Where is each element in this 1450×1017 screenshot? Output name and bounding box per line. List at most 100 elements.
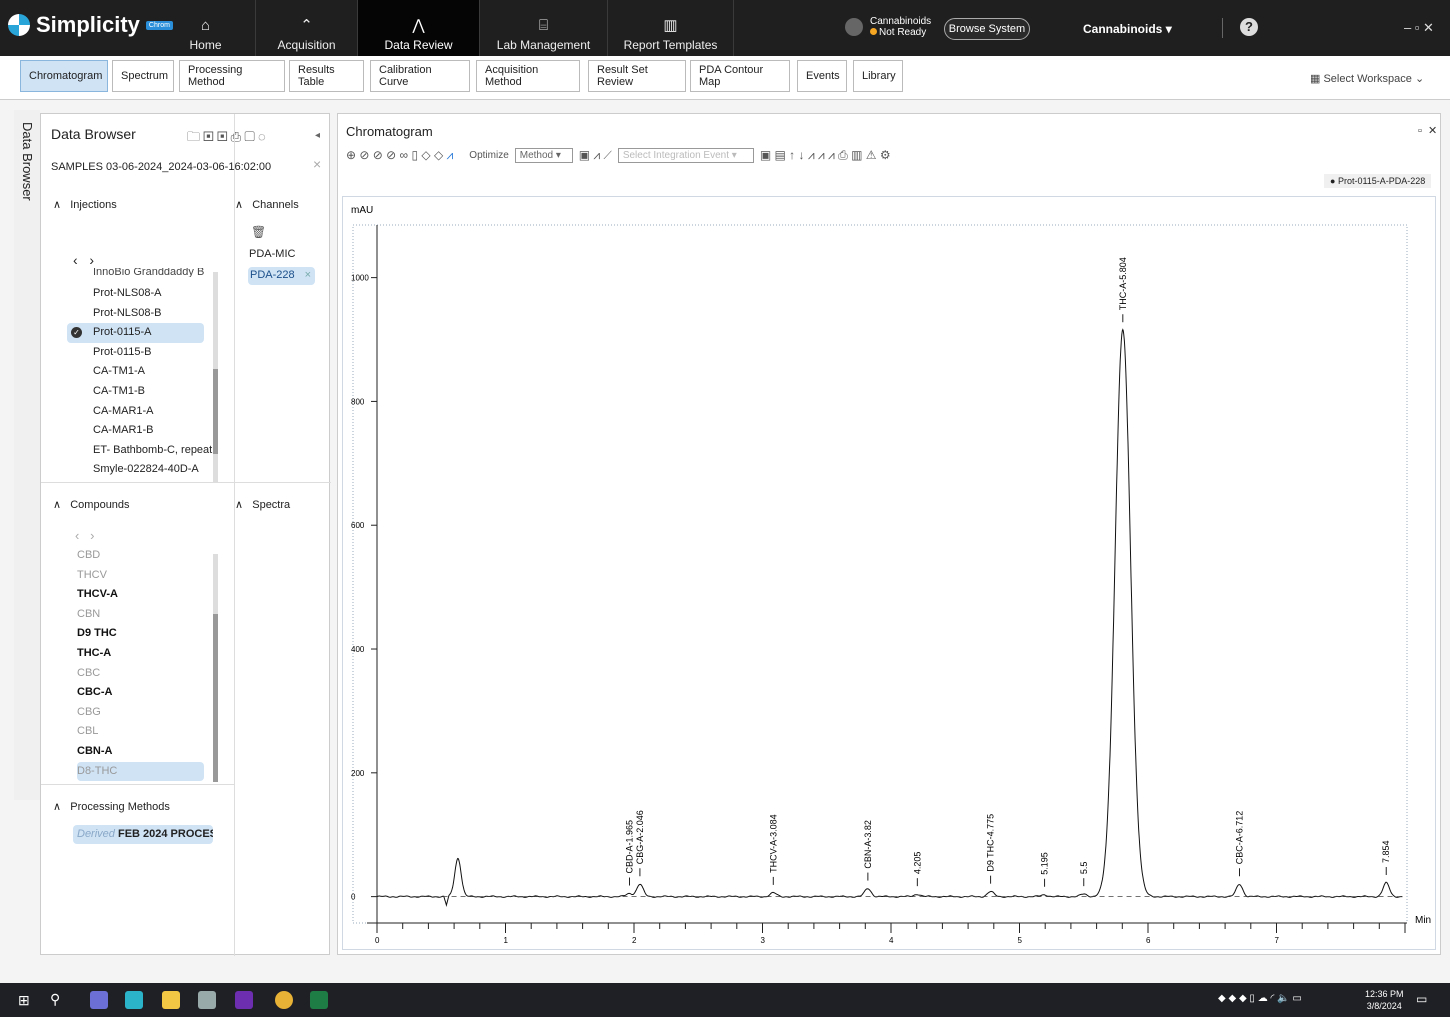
processing-method-item[interactable]: Derived FEB 2024 PROCESSING (73, 825, 213, 844)
system-tray-icons[interactable]: ◆ ◆ ◆ ▯ ☁ ◜ 🔈 ▭ (1218, 993, 1302, 1004)
injections-header[interactable]: ∧ Injections (53, 198, 117, 211)
tab-report-templates[interactable]: ▥ Report Templates (608, 0, 734, 56)
sample-set-name: SAMPLES 03-06-2024_2024-03-06-16:02:00 (51, 161, 272, 173)
subtab-result-set-review[interactable]: Result Set Review (588, 60, 686, 92)
window-controls[interactable]: – ▫ ✕ (1404, 20, 1434, 36)
injections-scroll-thumb[interactable] (213, 369, 218, 454)
subtab-events[interactable]: Events (797, 60, 847, 92)
spectra-header[interactable]: ∧ Spectra (235, 498, 290, 511)
compounds-header[interactable]: ∧ Compounds (53, 498, 130, 511)
compounds-scroll-thumb[interactable] (213, 614, 218, 782)
subtab-chromatogram[interactable]: Chromatogram (20, 60, 108, 92)
integration-event-select[interactable]: Select Integration Event ▾ (617, 148, 754, 163)
divider (1222, 18, 1223, 38)
compound-list: CBD THCV THCV-A CBN D9 THC THC-A CBC CBC-A CBG CB… (77, 546, 204, 782)
method-select[interactable]: Method ▾ (514, 148, 573, 163)
compound-item[interactable]: THCV-A (77, 585, 204, 605)
injections-pager[interactable]: ‹ › (73, 252, 94, 268)
subtab-pda-contour-map[interactable]: PDA Contour Map (690, 60, 790, 92)
injection-item[interactable]: Prot-0115-B (93, 343, 212, 363)
instrument-name: Cannabinoids (870, 16, 932, 27)
channel-item-selected[interactable]: PDA-228 × (248, 267, 315, 285)
zoom-icons[interactable]: ⊕ ⊘ ⊘ ⊘ ∞ ▯ ◇ ◇ ⩘ (346, 148, 453, 163)
compound-item[interactable]: THCV (77, 566, 204, 586)
chevron-up-icon: ∧ (53, 199, 62, 211)
chrome-icon[interactable] (275, 991, 293, 1009)
compound-item[interactable]: D9 THC (77, 624, 204, 644)
injection-item[interactable]: Prot-NLS08-B (93, 304, 212, 324)
y-tick-label: 1000 (351, 274, 369, 283)
start-icon[interactable]: ⊞ (18, 992, 30, 1009)
compound-item[interactable]: THC-A (77, 644, 204, 664)
peak-label: 5.195 (1040, 852, 1050, 875)
channel-item[interactable]: PDA-MIC (249, 248, 295, 260)
optimize-label: Optimize (469, 150, 509, 161)
data-browser-tab[interactable]: Data Browser (14, 110, 40, 800)
compounds-pager[interactable]: ‹ › (75, 528, 95, 543)
app-icon[interactable] (90, 991, 108, 1009)
compound-item[interactable]: CBL (77, 722, 204, 742)
instrument-state: Not Ready (879, 27, 927, 38)
taskbar: ⊞ ⚲ ◆ ◆ ◆ ▯ ☁ ◜ 🔈 ▭ 12:36 PM 3/8/2024 ▭ (0, 983, 1450, 1017)
subtab-processing-method[interactable]: Processing Method (179, 60, 285, 92)
collapse-panel-icon[interactable]: ◂ (315, 130, 320, 141)
chromatogram-chart[interactable]: mAU Min 0 200 400 600 800 1000 0 1 2 3 4 5 6 7 CBD-A-1.9… (343, 197, 1435, 949)
workspace-icon: ▦ (1310, 73, 1321, 85)
compound-item[interactable]: CBC-A (77, 683, 204, 703)
injection-item-selected[interactable]: ✓ Prot-0115-A (67, 323, 204, 343)
injection-item[interactable]: CA-TM1-A (93, 362, 212, 382)
tab-data-review[interactable]: ⋀ Data Review (358, 0, 480, 56)
remove-channel-icon[interactable]: × (305, 269, 311, 281)
subtab-spectrum[interactable]: Spectrum (112, 60, 174, 92)
clear-sample-icon[interactable]: × (313, 156, 321, 172)
instrument-status[interactable]: Cannabinoids Not Ready (870, 16, 931, 38)
subtab-calibration-curve[interactable]: Calibration Curve (370, 60, 470, 92)
injection-item[interactable]: Prot-NLS08-A (93, 284, 212, 304)
notepad-icon[interactable] (198, 991, 216, 1009)
injection-item[interactable]: Smyle-022824-40D-A (93, 460, 212, 480)
injection-item[interactable]: ET- Bathbomb-C, repeat (93, 441, 212, 461)
integration-event-placeholder: Select Integration Event (622, 150, 729, 161)
excel-icon[interactable] (310, 991, 328, 1009)
x-tick-label: 0 (375, 936, 380, 945)
compound-item[interactable]: CBC (77, 664, 204, 684)
tab-acquisition[interactable]: ⌃ Acquisition (256, 0, 358, 56)
app-icon[interactable] (235, 991, 253, 1009)
project-dropdown[interactable]: Cannabinoids ▾ (1083, 22, 1172, 36)
app-logo: Simplicity Chrom (8, 12, 173, 38)
peak-label: 4.205 (912, 852, 922, 875)
compound-item[interactable]: CBN-A (77, 742, 204, 762)
channels-header[interactable]: ∧ Channels (235, 198, 299, 211)
injection-item-label: Prot-0115-A (93, 326, 152, 339)
notifications-icon[interactable]: ▭ (1416, 992, 1427, 1006)
data-browser-toolbar-icons[interactable]: 🗀▣▣⎙▢◌ (187, 128, 269, 150)
compound-item[interactable]: D8-THC (77, 761, 204, 782)
injection-item[interactable]: CA-MAR1-A (93, 402, 212, 422)
subtab-acquisition-method[interactable]: Acquisition Method (476, 60, 580, 92)
panel-window-controls[interactable]: ▫ ✕ (1418, 124, 1437, 137)
home-icon: ⌂ (200, 17, 211, 34)
tab-lab-management[interactable]: ⌸ Lab Management (480, 0, 608, 56)
analysis-icons[interactable]: ▣ ▤ ↑ ↓ ⩘ ⩘ ⩘ ⎙ ▥ ⚠ ⚙ (760, 148, 891, 163)
injection-item-partial[interactable]: InnoBio Granddaddy B (93, 268, 204, 277)
file-explorer-icon[interactable] (162, 991, 180, 1009)
y-tick-label: 200 (351, 769, 365, 778)
browse-system-button[interactable]: Browse System (944, 18, 1030, 40)
delete-channel-icon[interactable]: 🗑 (251, 225, 266, 239)
select-workspace[interactable]: ▦ Select Workspace ⌄ (1310, 72, 1424, 85)
subtab-library[interactable]: Library (853, 60, 903, 92)
chromatogram-trace (376, 328, 1403, 907)
processing-methods-header[interactable]: ∧ Processing Methods (53, 800, 170, 813)
compound-item[interactable]: CBN (77, 605, 204, 625)
compound-item[interactable]: CBD (77, 546, 204, 566)
compound-item[interactable]: CBG (77, 703, 204, 723)
tab-home[interactable]: ⌂ Home (156, 0, 256, 56)
clock[interactable]: 12:36 PM 3/8/2024 (1365, 988, 1404, 1012)
injection-item[interactable]: CA-TM1-B (93, 382, 212, 402)
search-icon[interactable]: ⚲ (50, 991, 60, 1008)
help-icon[interactable]: ? (1240, 18, 1258, 36)
simplicity-taskbar-icon[interactable] (125, 991, 143, 1009)
tool-icons[interactable]: ▣ ⩘ ⟋ (579, 148, 612, 163)
subtab-results-table[interactable]: Results Table (289, 60, 364, 92)
injection-item[interactable]: CA-MAR1-B (93, 421, 212, 441)
